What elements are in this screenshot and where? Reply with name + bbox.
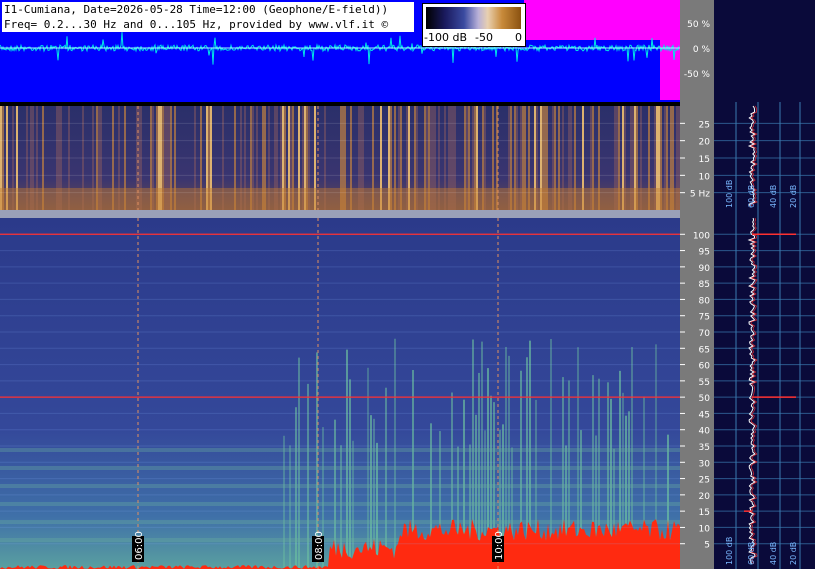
spectrogram-high-streak [394, 338, 396, 569]
spectrogram-low-bottom-band [0, 188, 680, 210]
colorbar-label-max: 0 [515, 31, 522, 44]
spectrum-high-panel: 100 dB 60 dB 40 dB 20 dB [714, 212, 815, 569]
header-info-box: I1-Cumiana, Date=2026-05-28 Time=12:00 (… [2, 2, 414, 32]
spectrum-top-blank [714, 0, 815, 102]
waveform-y-tick-label: 0 % [693, 45, 711, 55]
spectrogram-high-y-tick-label: 20 [699, 492, 711, 502]
spectrogram-high-band [0, 448, 680, 452]
colorbar-label-mid: -50 [475, 31, 493, 44]
spectrogram-low-y-tick-label: 5 Hz [690, 190, 710, 200]
spectrum-x-label-group: 20 dB [789, 542, 798, 565]
spectrogram-high-y-tick-label: 70 [699, 329, 711, 339]
time-marker-label: 06:00 [134, 531, 145, 560]
spectrogram-high-y-tick-label: 30 [699, 459, 711, 469]
panel-divider-2 [0, 210, 680, 218]
spectrogram-high-y-tick-label: 40 [699, 427, 711, 437]
spectrogram-high-y-tick-label: 45 [699, 410, 710, 420]
time-marker-label: 10:00 [494, 531, 505, 560]
waveform-y-tick-label: -50 % [684, 70, 711, 80]
spectrogram-high-panel: 06:00 08:00 10:00 [0, 218, 680, 569]
spectrum-low-panel: 100 dB 60 dB 40 dB 20 dB [714, 102, 815, 212]
spectrogram-high-y-tick-label: 95 [699, 248, 710, 258]
spectrogram-high-y-tick-label: 5 [704, 541, 710, 551]
spectrogram-high-y-tick-label: 90 [699, 264, 711, 274]
axis-labels: 50 % 0 % -50 % 25 20 15 10 5 Hz 100 95 90 85 80 75 70 6… [680, 20, 711, 551]
spectrogram-high-y-tick-label: 35 [699, 443, 710, 453]
spectrogram-high-band [0, 466, 680, 470]
spectrogram-high-plot: 06:00 08:00 10:00 [0, 218, 680, 569]
colorbar-label-min: -100 dB [424, 31, 467, 44]
spectrogram-high-y-tick-label: 55 [699, 378, 710, 388]
spectrogram-high-y-tick-label: 50 [699, 394, 711, 404]
spectrogram-low-y-tick-label: 20 [699, 138, 711, 148]
waveform-overrange-fill [524, 0, 680, 40]
time-marker-label: 08:00 [314, 531, 325, 560]
spectrum-x-label: 40 dB [769, 542, 778, 565]
spectrogram-low-y-tick-label: 25 [699, 120, 710, 130]
spectrogram-high-streak [298, 357, 300, 569]
spectrum-x-label-group: 100 dB [725, 537, 734, 565]
spectrogram-high-band [0, 502, 680, 506]
spectrum-x-label-group: 20 dB [789, 185, 798, 208]
spectrogram-high-y-tick-label: 85 [699, 280, 710, 290]
spectrogram-high-y-tick-label: 100 [693, 231, 710, 241]
spectrum-x-label: 100 dB [725, 180, 734, 208]
spectrum-x-label: 40 dB [769, 185, 778, 208]
spectrum-x-label: 20 dB [789, 185, 798, 208]
spectrogram-high-y-tick-label: 80 [699, 296, 711, 306]
time-marker-label-group: 10:00 [492, 531, 505, 562]
spectrogram-high-streak [340, 445, 342, 569]
axis-strip: 50 % 0 % -50 % 25 20 15 10 5 Hz 100 95 90 85 80 75 70 6… [680, 0, 714, 569]
spectrogram-high-streak [289, 445, 291, 569]
spectrogram-high-streak [346, 349, 348, 569]
colorbar: -100 dB -50 0 [422, 3, 526, 47]
spectrum-x-label: 60 dB [747, 185, 756, 208]
spectrum-x-label-group: 100 dB [725, 180, 734, 208]
spectrum-x-label-group: 40 dB [769, 542, 778, 565]
spectrogram-high-y-tick-label: 65 [699, 345, 710, 355]
header-line-1: I1-Cumiana, Date=2026-05-28 Time=12:00 (… [4, 3, 389, 16]
spectrum-x-label-group: 40 dB [769, 185, 778, 208]
spectrogram-high-y-tick-label: 25 [699, 476, 710, 486]
colorbar-gradient [426, 7, 521, 29]
spectrum-high-plot: 100 dB 60 dB 40 dB 20 dB [714, 212, 815, 569]
waveform-y-tick-label: 50 % [687, 20, 710, 30]
time-marker-label-group: 08:00 [312, 531, 325, 562]
spectrogram-low-y-tick-label: 10 [699, 172, 711, 182]
spectrum-x-label: 100 dB [725, 537, 734, 565]
spectrogram-high-y-tick-label: 10 [699, 524, 711, 534]
spectrum-x-label-group: 60 dB [747, 542, 756, 565]
spectrogram-low-y-tick-label: 15 [699, 155, 710, 165]
spectrogram-high-band [0, 520, 680, 524]
spectrogram-high-y-tick-label: 60 [699, 362, 711, 372]
time-marker-label-group: 06:00 [132, 531, 145, 562]
spectrogram-high-y-tick-label: 15 [699, 508, 710, 518]
spectrogram-low-panel [0, 106, 680, 210]
spectrum-x-label: 20 dB [789, 542, 798, 565]
spectrogram-high-y-tick-label: 75 [699, 313, 710, 323]
spectrogram-high-streak [370, 415, 372, 569]
spectrogram-high-streak [295, 407, 297, 569]
spectrum-x-label: 60 dB [747, 542, 756, 565]
spectrogram-high-band [0, 484, 680, 488]
spectrogram-low-plot [0, 106, 680, 210]
spectrum-x-label-group: 60 dB [747, 185, 756, 208]
header-line-2: Freq= 0.2...30 Hz and 0...105 Hz, provid… [4, 18, 389, 31]
spectrum-low-plot: 100 dB 60 dB 40 dB 20 dB [714, 102, 815, 212]
